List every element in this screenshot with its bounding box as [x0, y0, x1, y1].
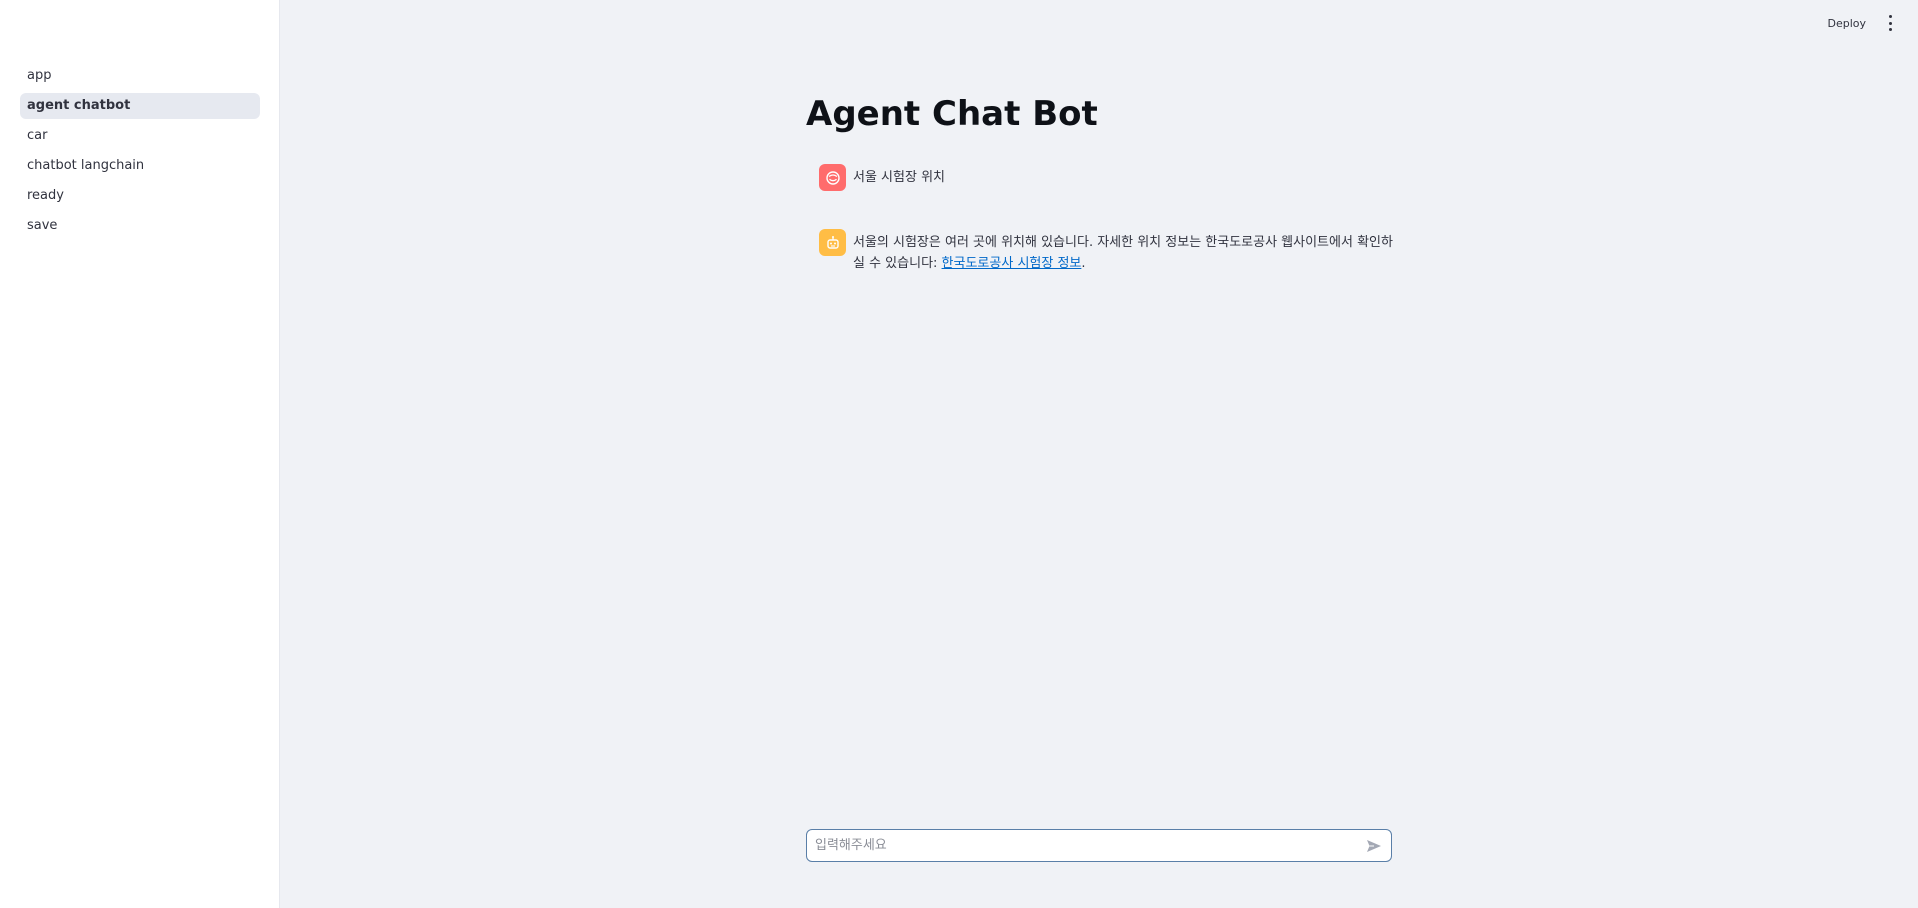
sidebar-item-chatbot-langchain[interactable]: chatbot langchain	[20, 153, 260, 179]
assistant-text-before: 서울의 시험장은 여러 곳에 위치해 있습니다. 자세한 위치 정보는 한국도로…	[853, 235, 1393, 271]
chat-input[interactable]	[807, 830, 1365, 861]
chat-input-container	[806, 829, 1392, 862]
sidebar-item-agent-chatbot[interactable]: agent chatbot	[20, 93, 260, 119]
assistant-text-after: .	[1081, 256, 1086, 271]
sidebar-nav: app agent chatbot car chatbot langchain …	[20, 63, 260, 243]
sidebar-item-app[interactable]: app	[20, 63, 260, 89]
app-window: app agent chatbot car chatbot langchain …	[0, 0, 1918, 908]
sidebar-item-car[interactable]: car	[20, 123, 260, 149]
chat-message-assistant: 서울의 시험장은 여러 곳에 위치해 있습니다. 자세한 위치 정보는 한국도로…	[819, 229, 1394, 274]
chat-message-user: 서울 시험장 위치	[819, 164, 1394, 191]
page-title: Agent Chat Bot	[806, 94, 1098, 134]
top-header: Deploy	[1827, 15, 1896, 31]
robot-icon	[819, 229, 846, 256]
sidebar-item-ready[interactable]: ready	[20, 183, 260, 209]
assistant-message-text: 서울의 시험장은 여러 곳에 위치해 있습니다. 자세한 위치 정보는 한국도로…	[853, 229, 1394, 274]
user-face-icon	[819, 164, 846, 191]
send-icon[interactable]	[1365, 837, 1383, 855]
user-message-text: 서울 시험장 위치	[853, 170, 945, 185]
link-road-corp-test-info[interactable]: 한국도로공사 시험장 정보	[942, 256, 1082, 271]
deploy-button[interactable]: Deploy	[1827, 17, 1866, 30]
sidebar-item-save[interactable]: save	[20, 213, 260, 239]
sidebar: app agent chatbot car chatbot langchain …	[0, 0, 280, 908]
kebab-menu-icon[interactable]	[1884, 15, 1896, 31]
